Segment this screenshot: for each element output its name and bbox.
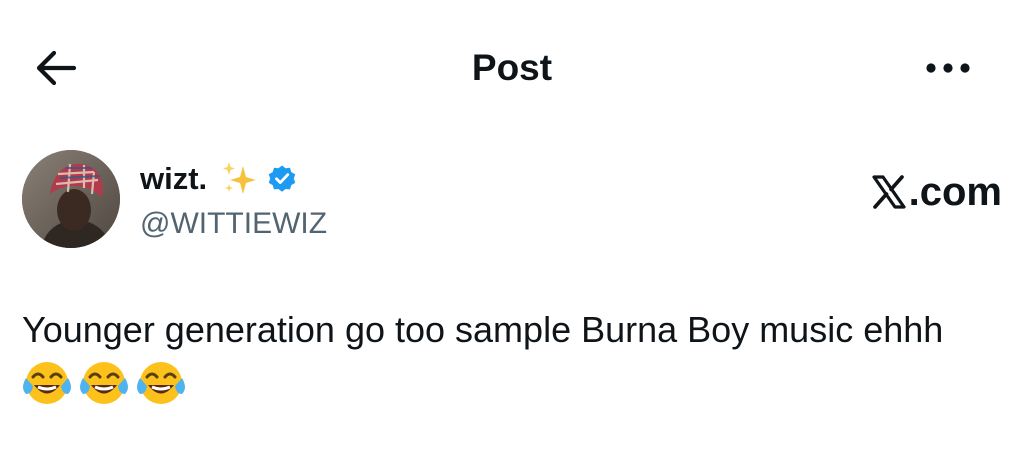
post-author: wizt. @WITTIEWIZ .com (22, 150, 1002, 250)
page-title: Post (471, 47, 553, 88)
face-with-tears-of-joy-icon (136, 358, 186, 408)
sparkles-icon (221, 160, 259, 198)
more-horizontal-icon (925, 62, 971, 74)
face-with-tears-of-joy-icon (79, 358, 129, 408)
x-logo-icon (872, 175, 906, 209)
author-names: wizt. @WITTIEWIZ (140, 158, 327, 244)
post-text: Younger generation go too sample Burna B… (22, 309, 944, 350)
avatar[interactable] (22, 150, 120, 248)
avatar-image (22, 150, 120, 248)
verified-badge-icon[interactable] (267, 164, 297, 194)
face-with-tears-of-joy-icon (22, 358, 72, 408)
post-header: Post (0, 0, 1024, 134)
more-options-button[interactable] (912, 44, 984, 92)
brand-label: .com (908, 170, 1002, 214)
author-handle[interactable]: @WITTIEWIZ (140, 204, 327, 244)
post-emoji-row (22, 358, 186, 408)
brand-watermark: .com (832, 168, 1002, 216)
display-name[interactable]: wizt. (140, 158, 207, 200)
name-row: wizt. (140, 158, 327, 200)
